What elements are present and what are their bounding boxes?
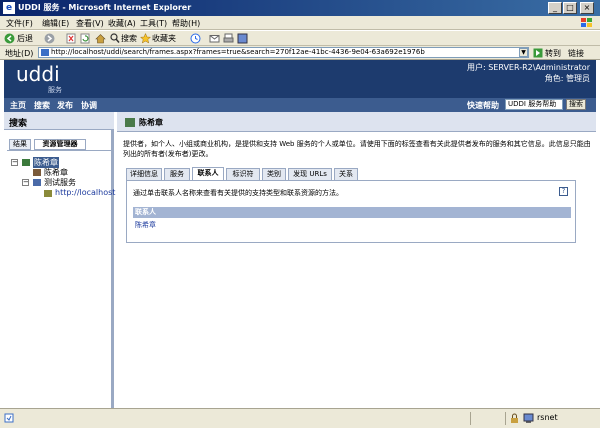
tab-contacts[interactable]: 联系人: [192, 167, 224, 180]
tree-collapse-icon[interactable]: −: [22, 179, 29, 186]
contacts-column-header: 联系人: [133, 207, 571, 218]
menu-file[interactable]: 文件(F): [6, 18, 33, 29]
history-icon[interactable]: [190, 33, 201, 44]
menu-edit[interactable]: 编辑(E): [42, 18, 69, 29]
toolbar: 后退 搜索 收藏夹: [0, 31, 600, 46]
tree-node-binding[interactable]: http://localhost: [55, 188, 115, 197]
user-info: 用户: SERVER-R2\Administrator 角色: 管理员: [467, 62, 590, 84]
contacts-panel: 通过单击联系人名称来查看有关提供的支持类型和联系资源的方法。 ? 联系人 陈希章: [126, 180, 576, 243]
provider-icon: [22, 159, 30, 166]
tree-node-service[interactable]: 测试服务: [44, 177, 76, 188]
status-separator: [505, 412, 506, 425]
tab-services[interactable]: 服务: [164, 168, 190, 180]
tab-divider: [7, 150, 112, 151]
page-icon: [41, 49, 49, 56]
user-role: 角色: 管理员: [544, 74, 590, 83]
tab-identifiers[interactable]: 标识符: [226, 168, 260, 180]
right-pane-title-bar: 陈希章: [117, 112, 596, 132]
uddi-header: uddi 服务 用户: SERVER-R2\Administrator 角色: …: [4, 60, 596, 98]
search-button[interactable]: 搜索: [121, 33, 137, 44]
back-icon[interactable]: [4, 33, 15, 44]
provider-icon: [125, 118, 135, 127]
tab-relationships[interactable]: 关系: [334, 168, 358, 180]
tab-discovery-urls[interactable]: 发现 URLs: [288, 168, 332, 180]
links-button[interactable]: 链接: [568, 48, 584, 59]
print-icon[interactable]: [223, 33, 234, 44]
binding-icon: [44, 190, 52, 197]
nav-search[interactable]: 搜索: [34, 100, 50, 111]
status-bar: rsnet: [0, 408, 600, 428]
mail-icon[interactable]: [209, 33, 220, 44]
user-name: 用户: SERVER-R2\Administrator: [466, 63, 590, 72]
nav-home[interactable]: 主页: [10, 100, 26, 111]
window-titlebar: e UDDI 服务 - Microsoft Internet Explorer …: [0, 0, 600, 16]
quick-help-label: 快速帮助: [467, 101, 499, 110]
left-pane: 搜索 结果 资源管理器 − 陈希章 陈希章 − 测试服务 http://loca…: [4, 112, 115, 408]
tab-categories[interactable]: 类别: [262, 168, 286, 180]
address-input[interactable]: http://localhost/uddi/search/frames.aspx…: [38, 47, 529, 58]
contact-icon: [33, 169, 41, 176]
tree-collapse-icon[interactable]: −: [11, 159, 18, 166]
nav-publish[interactable]: 发布: [57, 100, 73, 111]
minimize-button[interactable]: _: [548, 2, 562, 14]
uddi-logo: uddi: [16, 62, 60, 86]
left-pane-title: 搜索: [4, 112, 114, 130]
quick-help-value: UDDI 服务帮助: [508, 100, 557, 108]
ie-icon: e: [3, 2, 15, 14]
go-button[interactable]: 转到: [545, 48, 561, 59]
tab-details[interactable]: 详细信息: [126, 168, 162, 180]
help-icon[interactable]: ?: [559, 187, 568, 196]
service-icon: [33, 179, 41, 186]
home-icon[interactable]: [95, 33, 106, 44]
address-dropdown-button[interactable]: ▼: [519, 48, 528, 57]
nav-coordinate[interactable]: 协调: [81, 100, 97, 111]
back-button[interactable]: 后退: [17, 33, 33, 44]
intranet-icon: [523, 413, 534, 423]
edit-icon[interactable]: [237, 33, 248, 44]
stop-icon[interactable]: [66, 33, 76, 44]
close-button[interactable]: ×: [580, 2, 594, 14]
lock-icon: [511, 413, 518, 423]
window-title: UDDI 服务 - Microsoft Internet Explorer: [18, 3, 192, 12]
table-row: 陈希章: [133, 220, 571, 230]
menu-help[interactable]: 帮助(H): [172, 18, 200, 29]
status-separator: [470, 412, 471, 425]
tab-results[interactable]: 结果: [9, 139, 31, 150]
page-status-icon: [4, 413, 14, 423]
uddi-logo-subtitle: 服务: [48, 86, 62, 94]
menu-view[interactable]: 查看(V): [76, 18, 104, 29]
address-url: http://localhost/uddi/search/frames.aspx…: [51, 48, 425, 56]
forward-icon[interactable]: [44, 33, 55, 44]
refresh-icon[interactable]: [80, 33, 90, 44]
maximize-button[interactable]: □: [563, 2, 577, 14]
menu-favorites[interactable]: 收藏(A): [108, 18, 136, 29]
menu-bar: 文件(F) 编辑(E) 查看(V) 收藏(A) 工具(T) 帮助(H): [0, 16, 600, 30]
search-icon[interactable]: [110, 33, 120, 44]
windows-logo-icon: [581, 18, 592, 27]
address-bar: 地址(D) http://localhost/uddi/search/frame…: [0, 46, 600, 60]
contacts-panel-description: 通过单击联系人名称来查看有关提供的支持类型和联系资源的方法。: [133, 189, 343, 197]
provider-title: 陈希章: [139, 118, 163, 127]
contact-link[interactable]: 陈希章: [135, 221, 156, 229]
menu-tools[interactable]: 工具(T): [140, 18, 167, 29]
address-label: 地址(D): [5, 49, 34, 58]
favorites-button[interactable]: 收藏夹: [152, 33, 176, 44]
favorites-icon[interactable]: [140, 33, 151, 44]
quick-help-search-button[interactable]: 搜索: [566, 99, 586, 110]
quick-help-select[interactable]: UDDI 服务帮助: [505, 99, 563, 110]
right-pane: 陈希章 提供者，如个人、小组或商业机构，是提供和支持 Web 服务的个人或单位。…: [117, 112, 596, 408]
tab-explorer[interactable]: 资源管理器: [34, 139, 86, 150]
uddi-navbar: 主页 搜索 发布 协调 快速帮助 UDDI 服务帮助 搜索: [4, 98, 596, 112]
security-zone: rsnet: [537, 413, 558, 422]
provider-description: 提供者，如个人、小组或商业机构，是提供和支持 Web 服务的个人或单位。请使用下…: [123, 140, 591, 158]
go-icon[interactable]: [533, 48, 543, 58]
